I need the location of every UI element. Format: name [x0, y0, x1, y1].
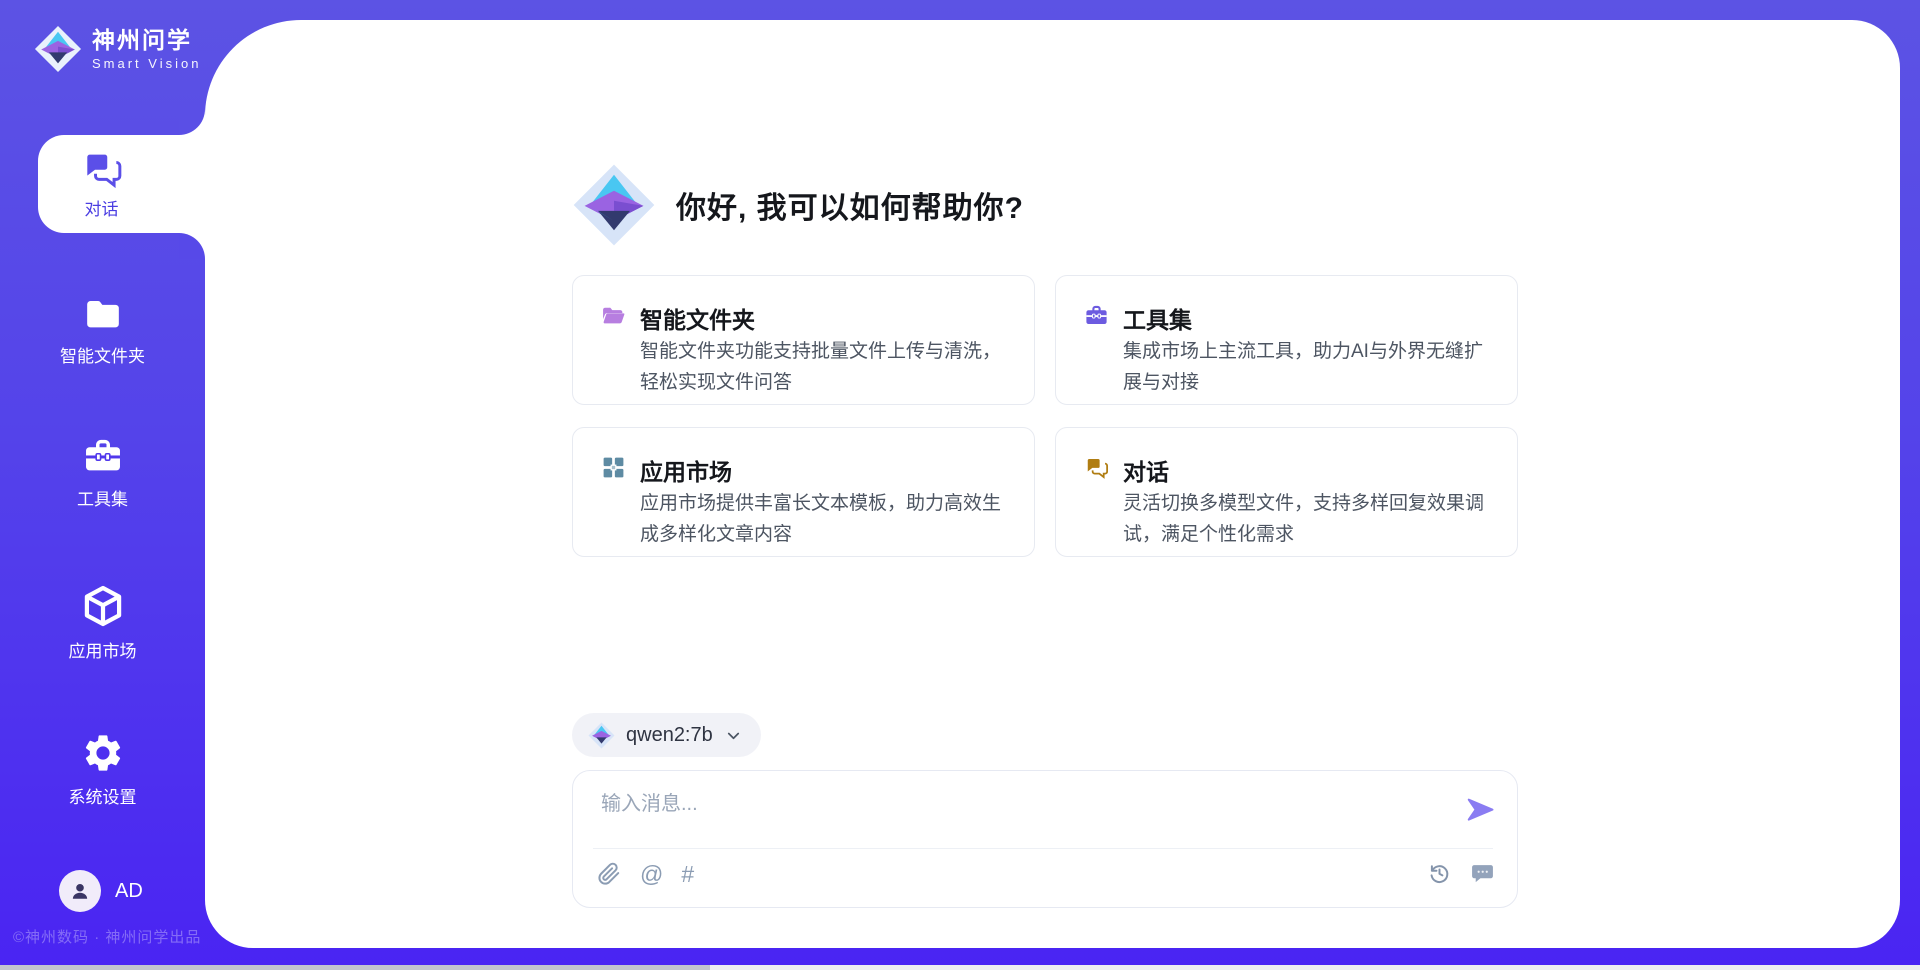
tab-curve-top — [179, 109, 205, 135]
sidebar-item-label: 应用市场 — [69, 637, 137, 662]
tab-curve-bottom — [179, 233, 205, 259]
brand-name: 神州问学 — [92, 27, 201, 53]
greeting-title: 你好, 我可以如何帮助你? — [676, 183, 1024, 227]
card-description: 智能文件夹功能支持批量文件上传与清洗，轻松实现文件问答 — [640, 336, 1012, 398]
message-composer: @ # — [572, 770, 1518, 908]
sidebar-item-label: 智能文件夹 — [60, 342, 145, 367]
composer-divider — [593, 848, 1493, 849]
cube-icon — [80, 583, 126, 629]
sidebar-item-label: 工具集 — [77, 485, 128, 510]
attachment-icon[interactable] — [597, 860, 622, 888]
folder-icon — [81, 294, 125, 334]
brand: 神州问学 Smart Vision — [34, 25, 201, 73]
card-description: 灵活切换多模型文件，支持多样回复效果调试，满足个性化需求 — [1123, 488, 1495, 550]
message-icon[interactable] — [1470, 861, 1495, 886]
mention-icon[interactable]: @ — [640, 859, 663, 889]
sidebar: 神州问学 Smart Vision 对话 智能文件夹 — [0, 0, 205, 970]
scrollbar-thumb[interactable] — [0, 965, 710, 970]
model-name: qwen2:7b — [626, 724, 713, 747]
sidebar-item-label: 系统设置 — [69, 783, 137, 808]
gear-icon — [81, 731, 125, 775]
toolbox-icon — [1084, 303, 1109, 328]
composer-tools: @ # — [597, 859, 694, 889]
user-profile[interactable]: AD — [59, 870, 143, 912]
brand-logo-icon — [34, 25, 82, 73]
person-icon — [67, 878, 93, 904]
chat-icon — [80, 148, 124, 190]
hashtag-icon[interactable]: # — [681, 859, 694, 889]
card-chat[interactable]: 对话 灵活切换多模型文件，支持多样回复效果调试，满足个性化需求 — [1055, 427, 1518, 557]
card-smart-folder[interactable]: 智能文件夹 智能文件夹功能支持批量文件上传与清洗，轻松实现文件问答 — [572, 275, 1035, 405]
composer-actions — [1427, 861, 1495, 886]
horizontal-scrollbar[interactable] — [0, 965, 1920, 970]
card-toolset[interactable]: 工具集 集成市场上主流工具，助力AI与外界无缝扩展与对接 — [1055, 275, 1518, 405]
card-title: 工具集 — [1123, 301, 1192, 335]
brand-subtitle: Smart Vision — [92, 56, 201, 71]
app-root: 你好, 我可以如何帮助你? 智能文件夹 智能文件夹功能支持批量文件上传与清洗，轻… — [0, 0, 1920, 970]
toolbox-icon — [81, 435, 125, 477]
send-button[interactable] — [1463, 793, 1497, 827]
model-logo-icon — [588, 722, 615, 749]
user-initials: AD — [115, 880, 143, 903]
send-icon — [1465, 794, 1495, 824]
card-title: 智能文件夹 — [640, 301, 755, 335]
model-selector[interactable]: qwen2:7b — [572, 713, 761, 757]
chat-icon — [1084, 455, 1109, 480]
avatar — [59, 870, 101, 912]
sidebar-item-settings[interactable]: 系统设置 — [0, 731, 205, 808]
sidebar-item-label: 对话 — [85, 195, 119, 220]
folder-open-icon — [601, 303, 626, 328]
history-icon[interactable] — [1427, 861, 1452, 886]
card-app-market[interactable]: 应用市场 应用市场提供丰富长文本模板，助力高效生成多样化文章内容 — [572, 427, 1035, 557]
card-description: 应用市场提供丰富长文本模板，助力高效生成多样化文章内容 — [640, 488, 1012, 550]
copyright-text: ©神州数码 · 神州问学出品 — [13, 926, 201, 947]
sidebar-item-smart-folder[interactable]: 智能文件夹 — [0, 294, 205, 367]
message-input[interactable] — [601, 785, 1441, 823]
card-description: 集成市场上主流工具，助力AI与外界无缝扩展与对接 — [1123, 336, 1495, 398]
content-column: 你好, 我可以如何帮助你? 智能文件夹 智能文件夹功能支持批量文件上传与清洗，轻… — [572, 20, 1518, 948]
sidebar-item-app-market[interactable]: 应用市场 — [0, 583, 205, 662]
assistant-logo-icon — [572, 163, 656, 247]
sidebar-item-toolset[interactable]: 工具集 — [0, 435, 205, 510]
grid-icon — [601, 455, 626, 480]
sidebar-item-chat[interactable]: 对话 — [38, 135, 205, 233]
greeting: 你好, 我可以如何帮助你? — [572, 163, 1024, 247]
card-title: 应用市场 — [640, 453, 732, 487]
feature-cards: 智能文件夹 智能文件夹功能支持批量文件上传与清洗，轻松实现文件问答 工具集 集成… — [572, 275, 1518, 557]
card-title: 对话 — [1123, 453, 1169, 487]
chevron-down-icon — [724, 726, 743, 745]
main-panel: 你好, 我可以如何帮助你? 智能文件夹 智能文件夹功能支持批量文件上传与清洗，轻… — [205, 20, 1900, 948]
